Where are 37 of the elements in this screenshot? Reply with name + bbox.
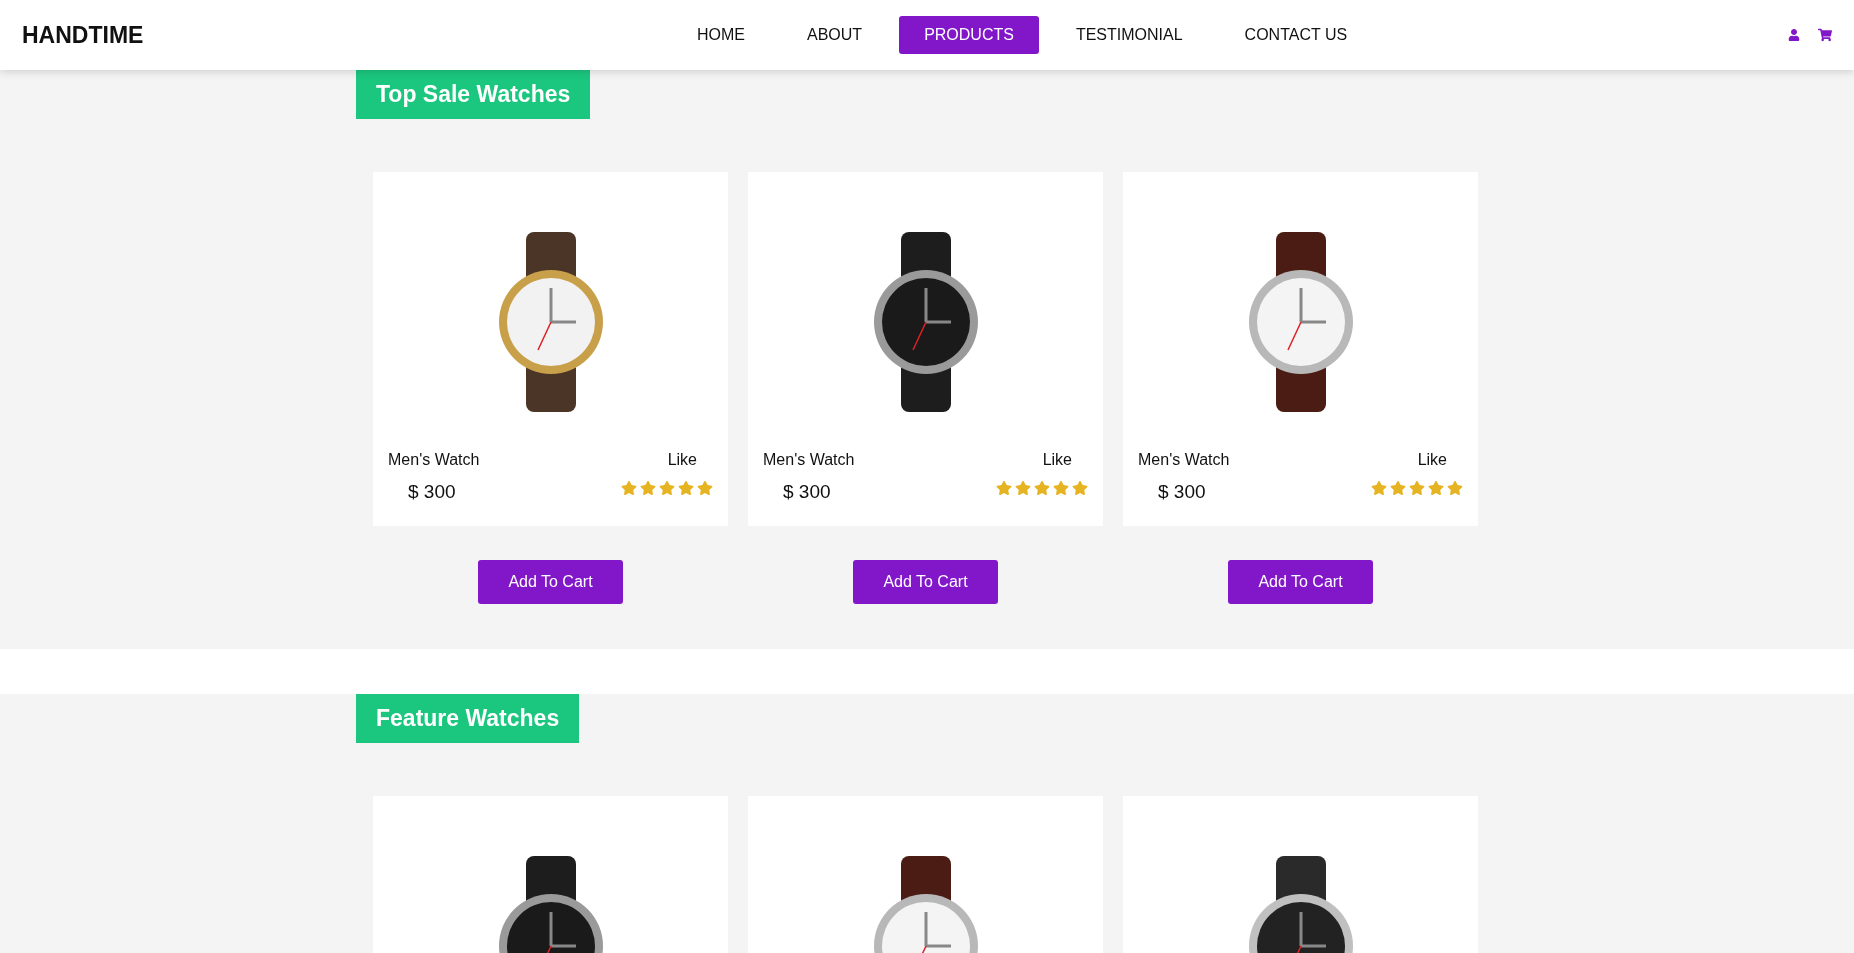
nav-link[interactable]: PRODUCTS [899,16,1039,54]
star-icon [996,479,1012,496]
cart-icon[interactable] [1818,28,1832,42]
like-label: Like [1417,449,1448,470]
product-price: $ 300 [1157,479,1207,504]
like-label: Like [667,449,698,470]
star-icon [621,479,637,496]
user-icon[interactable] [1788,29,1800,41]
star-icon [640,479,656,496]
star-icon [1371,479,1387,496]
star-icon [1053,479,1069,496]
star-icon [697,479,713,496]
product-name: Men's Watch [388,449,480,470]
star-icon [1447,479,1463,496]
product-price: $ 300 [782,479,832,504]
section-heading: Feature Watches [356,694,580,743]
product-name: Men's Watch [1138,449,1230,470]
star-icon [1034,479,1050,496]
nav-link[interactable]: TESTIMONIAL [1050,16,1208,54]
nav-link[interactable]: CONTACT US [1219,16,1373,54]
star-icon [1015,479,1031,496]
star-icon [1409,479,1425,496]
site-logo[interactable]: HANDTIME [22,17,622,53]
add-to-cart-button[interactable]: Add To Cart [853,560,998,604]
like-label: Like [1042,449,1073,470]
product-name: Men's Watch [763,449,855,470]
nav-link[interactable]: HOME [672,16,770,54]
nav-link[interactable]: ABOUT [782,16,888,54]
star-icon [659,479,675,496]
add-to-cart-button[interactable]: Add To Cart [1228,560,1373,604]
star-icon [1428,479,1444,496]
star-icon [678,479,694,496]
section-heading: Top Sale Watches [356,70,591,119]
product-price: $ 300 [407,479,457,504]
star-icon [1390,479,1406,496]
add-to-cart-button[interactable]: Add To Cart [478,560,623,604]
star-icon [1072,479,1088,496]
